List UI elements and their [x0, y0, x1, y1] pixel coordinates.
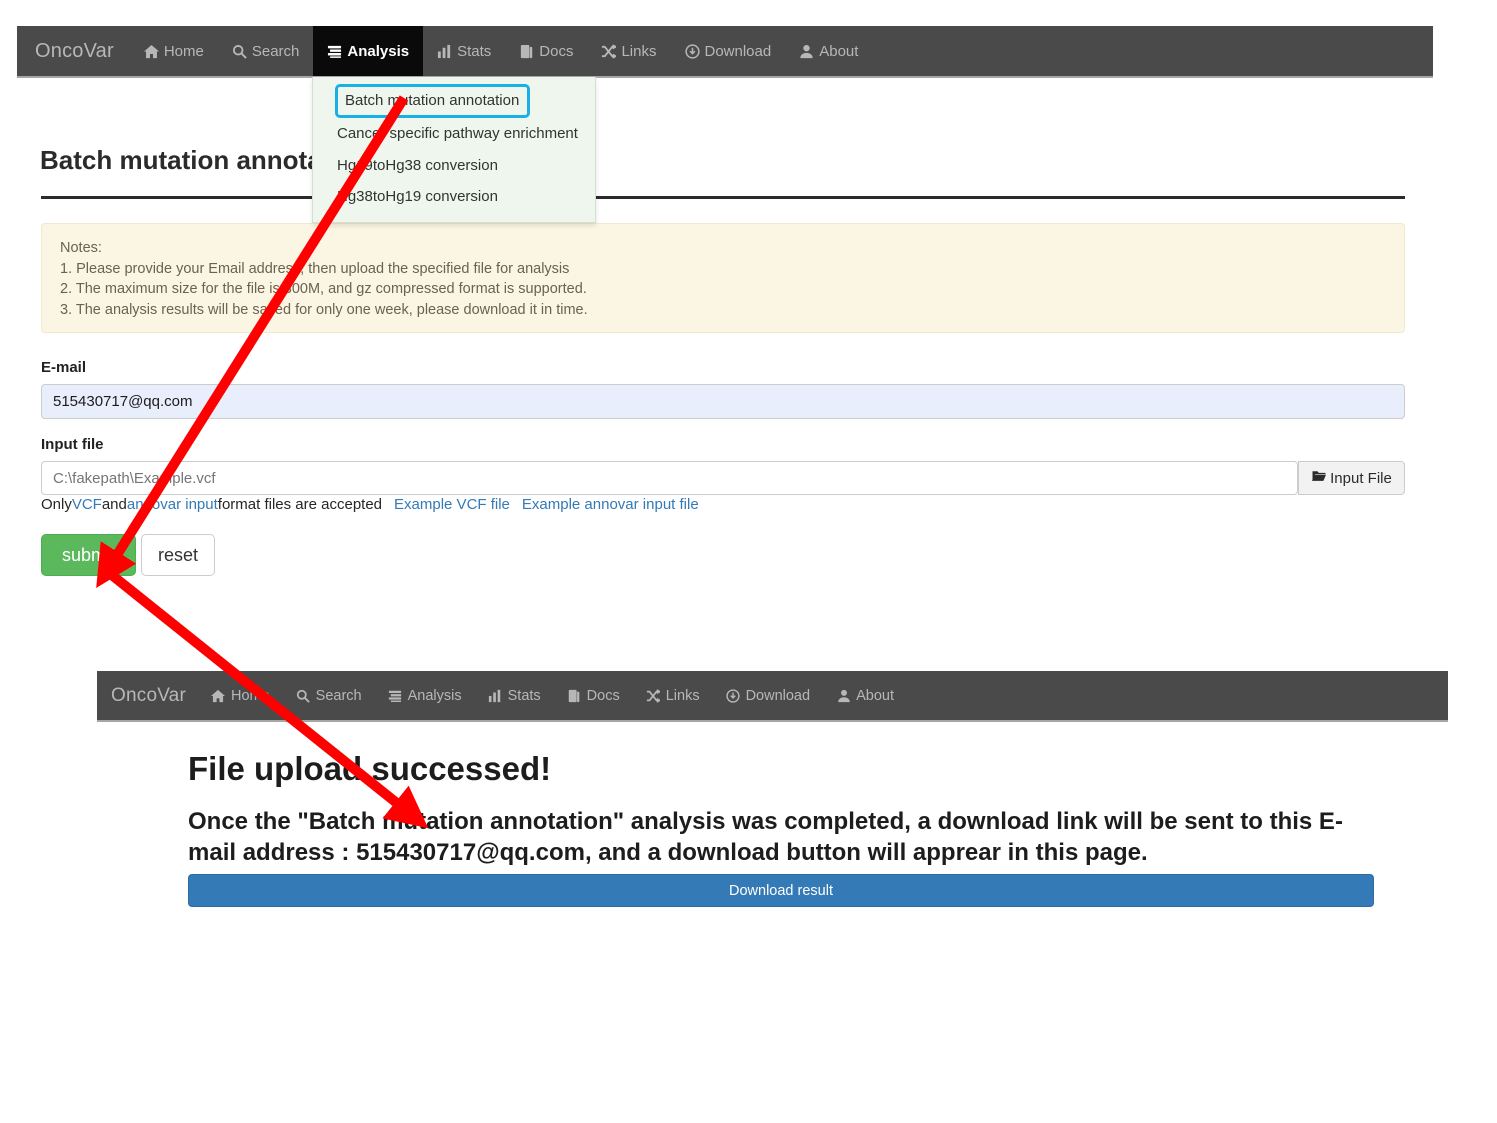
- nav-label-analysis: Analysis: [347, 42, 410, 60]
- input-file-path-field[interactable]: [41, 461, 1298, 495]
- nav2-item-home[interactable]: Home: [198, 671, 283, 720]
- nav-label-about: About: [819, 42, 859, 60]
- download-result-button[interactable]: Download result: [188, 874, 1374, 907]
- nav2-item-stats[interactable]: Stats: [475, 671, 554, 720]
- hint-middle: and: [101, 496, 127, 513]
- nav2-item-download[interactable]: Download: [713, 671, 824, 720]
- secondary-navbar: OncoVar Home Search Analysis Stats Docs: [97, 671, 1448, 720]
- primary-navbar: OncoVar Home Search Analysis Stats Docs: [17, 26, 1433, 76]
- title-divider: [41, 196, 1405, 199]
- shuffle-icon: [646, 688, 661, 703]
- hint-prefix: Only: [41, 496, 72, 513]
- home-icon: [143, 44, 159, 59]
- file-format-hint: Only VCF and annovar input format files …: [41, 496, 699, 513]
- nav2-label-analysis: Analysis: [407, 687, 462, 704]
- nav-label-download: Download: [704, 42, 772, 60]
- email-input[interactable]: [41, 384, 1405, 419]
- brand-logo[interactable]: OncoVar: [17, 26, 130, 76]
- dropdown-item-hg19-to-hg38-conversion[interactable]: Hg19toHg38 conversion: [313, 150, 595, 182]
- search-icon: [232, 44, 247, 59]
- upload-success-message: Once the "Batch mutation annotation" ana…: [188, 808, 1343, 866]
- nav-label-home: Home: [163, 42, 204, 60]
- input-file-button-label: Input File: [1330, 469, 1392, 487]
- link-vcf[interactable]: VCF: [72, 496, 102, 513]
- nav2-item-docs[interactable]: Docs: [554, 671, 633, 720]
- dropdown-item-cancer-specific-pathway-enrichment[interactable]: Cancer specific pathway enrichment: [313, 118, 595, 150]
- submit-button[interactable]: submit: [41, 534, 136, 576]
- notes-line-2: 2. The maximum size for the file is 300M…: [60, 281, 587, 297]
- analysis-dropdown-menu: Batch mutation annotation Cancer specifi…: [312, 77, 596, 223]
- notes-line-3: 3. The analysis results will be saved fo…: [60, 301, 588, 318]
- dropdown-item-hg38-to-hg19-conversion[interactable]: Hg38toHg19 conversion: [313, 181, 595, 213]
- dropdown-item-batch-mutation-annotation[interactable]: Batch mutation annotation: [335, 84, 531, 118]
- nav2-label-docs: Docs: [586, 687, 620, 704]
- page-title: Batch mutation annotat: [40, 145, 331, 175]
- nav-item-docs[interactable]: Docs: [505, 26, 587, 76]
- folder-open-icon: [1311, 469, 1327, 487]
- nav2-label-download: Download: [745, 687, 811, 704]
- email-label: E-mail: [41, 359, 87, 376]
- analysis-icon: [388, 688, 403, 703]
- search-icon: [296, 688, 311, 703]
- bar-chart-icon: [437, 44, 452, 59]
- nav2-label-search: Search: [315, 687, 362, 704]
- nav-label-stats: Stats: [457, 42, 492, 60]
- nav2-label-stats: Stats: [507, 687, 541, 704]
- nav-item-stats[interactable]: Stats: [423, 26, 505, 76]
- bar-chart-icon: [488, 688, 503, 703]
- nav-item-links[interactable]: Links: [587, 26, 670, 76]
- hint-suffix: format files are accepted: [217, 496, 383, 513]
- notes-heading: Notes:: [60, 240, 102, 256]
- input-file-button[interactable]: Input File: [1298, 461, 1405, 495]
- shuffle-icon: [601, 43, 617, 59]
- nav-item-analysis[interactable]: Analysis: [313, 26, 424, 76]
- input-file-label: Input file: [41, 436, 104, 453]
- user-icon: [836, 688, 851, 703]
- nav2-label-about: About: [856, 687, 894, 704]
- docs-icon: [519, 44, 534, 59]
- link-example-vcf-file[interactable]: Example VCF file: [394, 496, 510, 513]
- download-circle-icon: [684, 43, 700, 59]
- nav-label-search: Search: [251, 42, 300, 60]
- nav2-label-home: Home: [230, 687, 270, 704]
- nav2-label-links: Links: [665, 687, 700, 704]
- upload-success-title: File upload successed!: [188, 750, 552, 787]
- notes-box: Notes: 1. Please provide your Email addr…: [41, 223, 1405, 333]
- nav-item-about[interactable]: About: [785, 26, 872, 76]
- download-circle-icon: [726, 688, 741, 703]
- nav2-item-links[interactable]: Links: [633, 671, 713, 720]
- nav-item-home[interactable]: Home: [130, 26, 218, 76]
- home-icon: [211, 688, 226, 703]
- nav2-item-search[interactable]: Search: [283, 671, 375, 720]
- link-example-annovar-input-file[interactable]: Example annovar input file: [522, 496, 699, 513]
- reset-button[interactable]: reset: [141, 534, 215, 576]
- nav2-item-about[interactable]: About: [823, 671, 907, 720]
- link-annovar-input[interactable]: annovar input: [127, 496, 218, 513]
- nav-item-search[interactable]: Search: [218, 26, 314, 76]
- nav-label-docs: Docs: [539, 42, 574, 60]
- nav-item-download[interactable]: Download: [671, 26, 786, 76]
- notes-line-1: 1. Please provide your Email address, th…: [60, 260, 570, 277]
- brand-logo-secondary[interactable]: OncoVar: [97, 671, 198, 720]
- analysis-icon: [327, 44, 342, 59]
- nav-label-links: Links: [621, 42, 657, 60]
- docs-icon: [567, 688, 582, 703]
- user-icon: [799, 44, 814, 59]
- nav2-item-analysis[interactable]: Analysis: [375, 671, 475, 720]
